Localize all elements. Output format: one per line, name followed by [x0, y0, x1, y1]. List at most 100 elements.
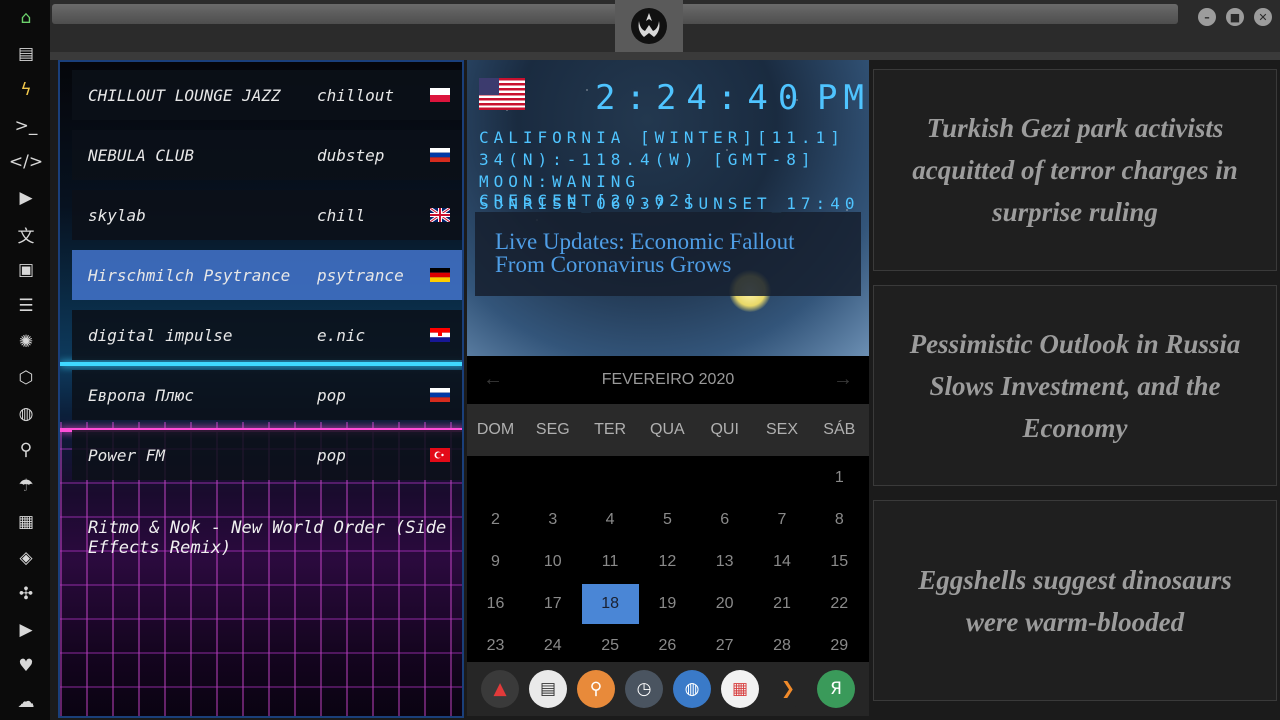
calendar-day[interactable]: 26: [639, 626, 696, 666]
yandex-app-icon[interactable]: Я: [817, 670, 855, 708]
calendar-day[interactable]: 13: [696, 542, 753, 582]
calendar-day[interactable]: 17: [524, 584, 581, 624]
calendar-day[interactable]: 28: [754, 626, 811, 666]
sun-times-text: SUNRISE_06:37 SUNSET_17:40: [479, 194, 860, 213]
newspaper-app-icon[interactable]: ▤: [529, 670, 567, 708]
clock-widget: 2:24:40 PM CALIFORNIA [WINTER][11.1] 34(…: [467, 60, 869, 356]
news-headline: Pessimistic Outlook in Russia Slows Inve…: [909, 328, 1241, 443]
station-row[interactable]: digital impulse e.nic: [72, 310, 462, 360]
news-card[interactable]: Turkish Gezi park activists acquitted of…: [873, 69, 1277, 271]
calendar-day[interactable]: 6: [696, 500, 753, 540]
calendar-day[interactable]: 5: [639, 500, 696, 540]
youtube-icon[interactable]: ▶: [10, 614, 42, 646]
home-icon[interactable]: ⌂: [10, 2, 42, 34]
calendar-day[interactable]: 16: [467, 584, 524, 624]
station-name: NEBULA CLUB: [88, 145, 194, 165]
clock-app-icon[interactable]: ◷: [625, 670, 663, 708]
heart-icon[interactable]: ♥: [10, 650, 42, 682]
calendar-day[interactable]: 2: [467, 500, 524, 540]
station-row[interactable]: Power FM pop: [72, 430, 462, 480]
station-row[interactable]: CHILLOUT LOUNGE JAZZ chillout: [72, 70, 462, 120]
calendar-today[interactable]: 18: [581, 584, 639, 624]
document-icon[interactable]: ▤: [10, 38, 42, 70]
close-button[interactable]: ✕: [1254, 8, 1272, 26]
us-flag-icon: [479, 78, 525, 110]
calendar-day[interactable]: 8: [811, 500, 868, 540]
calendar-day[interactable]: 25: [582, 626, 639, 666]
calendar-day[interactable]: 9: [467, 542, 524, 582]
maximize-button[interactable]: ■: [1226, 8, 1244, 26]
code-icon[interactable]: </>: [9, 146, 43, 178]
calendar-day[interactable]: 7: [754, 500, 811, 540]
calendar-day[interactable]: 12: [639, 542, 696, 582]
news-headline: Eggshells suggest dinosaurs were warm-bl…: [918, 564, 1232, 637]
expand-icon[interactable]: ✣: [10, 578, 42, 610]
station-name: Европа Плюс: [88, 385, 194, 405]
station-row[interactable]: NEBULA CLUB dubstep: [72, 130, 462, 180]
hexagon-icon[interactable]: ⬡: [10, 362, 42, 394]
weekday-label: TER: [594, 421, 627, 438]
station-genre: pop: [317, 445, 346, 465]
calendar-day[interactable]: 14: [754, 542, 811, 582]
station-genre: chill: [317, 205, 366, 225]
turkey-flag-icon: [430, 448, 450, 462]
poland-flag-icon: [430, 88, 450, 102]
calendar-day[interactable]: 22: [811, 584, 868, 624]
news-card[interactable]: Eggshells suggest dinosaurs were warm-bl…: [873, 500, 1277, 701]
cloud-icon[interactable]: ☁: [10, 686, 42, 718]
calendar-day[interactable]: 23: [467, 626, 524, 666]
calendar-day[interactable]: 21: [754, 584, 811, 624]
station-name: CHILLOUT LOUNGE JAZZ: [88, 85, 281, 105]
contact-icon[interactable]: ▦: [10, 506, 42, 538]
calendar-next-button[interactable]: →: [833, 368, 853, 391]
settings-wheel-icon[interactable]: ✺: [10, 326, 42, 358]
minimize-button[interactable]: –: [1198, 8, 1216, 26]
app-dock: ⌂ ▤ ϟ >_ </> ▶ 文 ▣ ☰ ✺ ⬡ ◍ ⚲ ☂ ▦ ◈ ✣ ▶ ♥…: [0, 0, 50, 720]
station-row[interactable]: Hirschmilch Psytrance psytrance: [72, 250, 462, 300]
calendar-prev-button[interactable]: ←: [483, 368, 503, 391]
clock-ampm: PM: [817, 78, 869, 118]
calendar-day[interactable]: 1: [811, 458, 868, 498]
app-launcher-bar: ▲ ▤ ⚲ ◷ ◍ ▦ ❯ Я: [467, 662, 869, 716]
bolt-icon[interactable]: ϟ: [10, 74, 42, 106]
image-icon[interactable]: ▣: [10, 254, 42, 286]
translate-icon[interactable]: 文: [10, 218, 42, 250]
calendar-day[interactable]: 24: [524, 626, 581, 666]
play-app-icon[interactable]: ❯: [769, 670, 807, 708]
weekday-label: QUA: [650, 421, 685, 438]
rebel-alliance-icon: [631, 8, 667, 44]
calendar-day[interactable]: 15: [811, 542, 868, 582]
git-icon[interactable]: ◈: [10, 542, 42, 574]
station-genre: chillout: [317, 85, 395, 105]
calendar-day[interactable]: 19: [639, 584, 696, 624]
calendar-day[interactable]: 10: [524, 542, 581, 582]
station-row[interactable]: Европа Плюс pop: [72, 370, 462, 420]
calendar-weekday-row: DOM SEG TER QUA QUI SEX SÁB: [467, 404, 869, 456]
news-card[interactable]: Pessimistic Outlook in Russia Slows Inve…: [873, 285, 1277, 486]
play-icon[interactable]: ▶: [10, 182, 42, 214]
umbrella-icon[interactable]: ☂: [10, 470, 42, 502]
browser-app-icon[interactable]: ◍: [673, 670, 711, 708]
terminal-icon[interactable]: >_: [10, 110, 42, 142]
headline-card[interactable]: Live Updates: Economic Fallout From Coro…: [475, 212, 861, 296]
station-genre: psytrance: [317, 265, 404, 285]
arch-app-icon[interactable]: ▲: [481, 670, 519, 708]
news-icon[interactable]: ☰: [10, 290, 42, 322]
calendar-app-icon[interactable]: ▦: [721, 670, 759, 708]
globe-icon[interactable]: ◍: [10, 398, 42, 430]
search-app-icon[interactable]: ⚲: [577, 670, 615, 708]
calendar-day[interactable]: 3: [524, 500, 581, 540]
news-headline: Turkish Gezi park activists acquitted of…: [912, 113, 1238, 227]
calendar-day[interactable]: 4: [582, 500, 639, 540]
rebel-logo-tab[interactable]: [615, 0, 683, 52]
station-row[interactable]: skylab chill: [72, 190, 462, 240]
calendar-day[interactable]: 11: [582, 542, 639, 582]
station-name: digital impulse: [88, 325, 233, 345]
search-icon[interactable]: ⚲: [10, 434, 42, 466]
calendar-day[interactable]: 27: [696, 626, 753, 666]
russia-flag-icon: [430, 388, 450, 402]
calendar-day[interactable]: 20: [696, 584, 753, 624]
russia-flag-icon: [430, 148, 450, 162]
weekday-label: SEX: [765, 421, 798, 438]
calendar-day[interactable]: 29: [811, 626, 868, 666]
